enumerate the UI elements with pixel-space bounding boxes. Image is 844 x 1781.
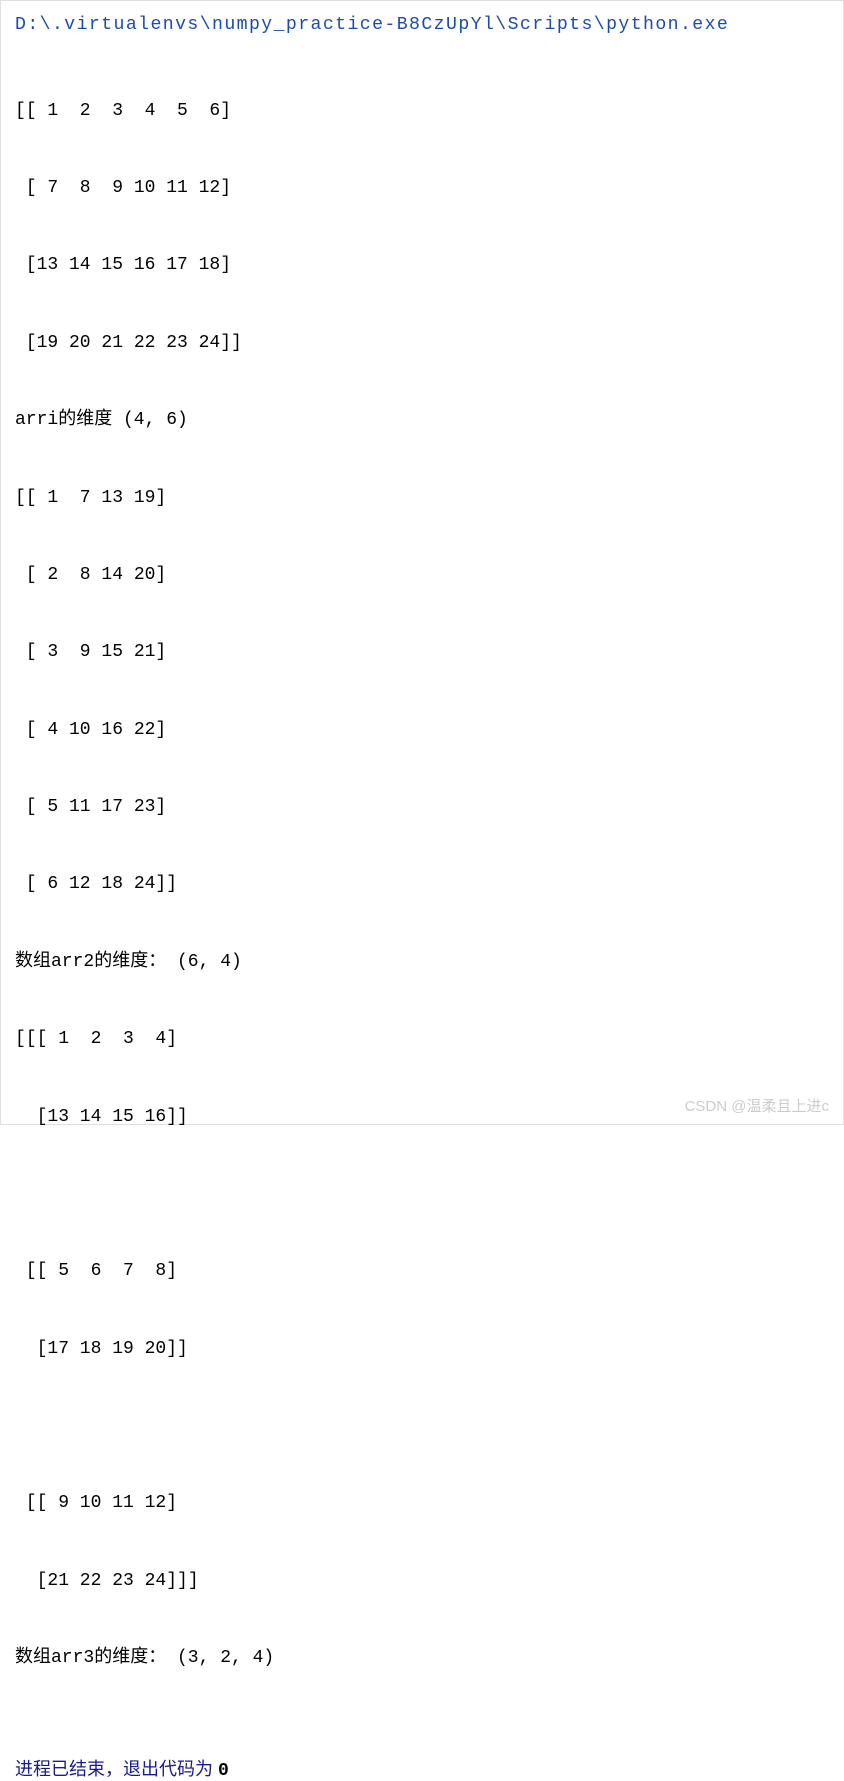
process-text: 进程已结束，退出代码为 bbox=[15, 1759, 218, 1779]
arr2-row: [[ 1 7 13 19] bbox=[15, 479, 829, 518]
watermark: CSDN @温柔且上进c bbox=[685, 1095, 829, 1116]
arr1-row: [ 7 8 9 10 11 12] bbox=[15, 169, 829, 208]
exit-code: 0 bbox=[218, 1761, 229, 1781]
arr1-shape: arri的维度 (4, 6) bbox=[15, 401, 829, 440]
process-finished-line: 进程已结束，退出代码为 0 bbox=[15, 1755, 829, 1781]
arr1-row: [19 20 21 22 23 24]] bbox=[15, 324, 829, 363]
arr1-row: [[ 1 2 3 4 5 6] bbox=[15, 92, 829, 131]
arr3-row: [[[ 1 2 3 4] bbox=[15, 1020, 829, 1059]
arr2-row: [ 3 9 15 21] bbox=[15, 633, 829, 672]
arr3-row: [21 22 23 24]]] bbox=[15, 1562, 829, 1601]
interpreter-path: D:\.virtualenvs\numpy_practice-B8CzUpYl\… bbox=[15, 15, 829, 35]
arr2-row: [ 6 12 18 24]] bbox=[15, 865, 829, 904]
arr2-shape: 数组arr2的维度： (6, 4) bbox=[15, 943, 829, 982]
arr2-row: [ 5 11 17 23] bbox=[15, 788, 829, 827]
arr3-blank bbox=[15, 1407, 829, 1446]
arr3-blank bbox=[15, 1175, 829, 1214]
console-output: [[ 1 2 3 4 5 6] [ 7 8 9 10 11 12] [13 14… bbox=[15, 53, 829, 1717]
arr2-row: [ 2 8 14 20] bbox=[15, 556, 829, 595]
arr3-row: [[ 5 6 7 8] bbox=[15, 1252, 829, 1291]
arr3-shape: 数组arr3的维度： (3, 2, 4) bbox=[15, 1639, 829, 1678]
arr3-row: [17 18 19 20]] bbox=[15, 1330, 829, 1369]
arr3-row: [[ 9 10 11 12] bbox=[15, 1484, 829, 1523]
arr1-row: [13 14 15 16 17 18] bbox=[15, 246, 829, 285]
arr2-row: [ 4 10 16 22] bbox=[15, 711, 829, 750]
